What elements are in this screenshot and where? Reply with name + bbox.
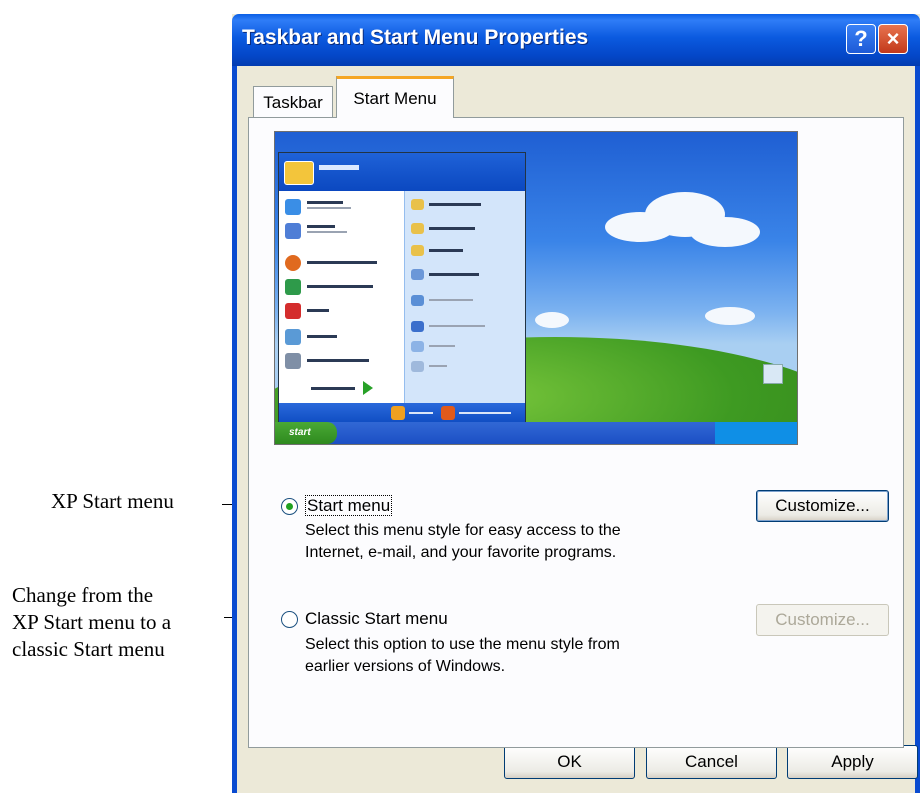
preview-item-subtext [307, 207, 351, 209]
callout-classic-start-menu: Change from the XP Start menu to a class… [12, 582, 171, 663]
classic-customize-button[interactable]: Customize... [756, 604, 889, 636]
preview-start-menu-header [279, 153, 525, 191]
close-button[interactable]: × [878, 24, 908, 54]
preview-my-documents-icon [411, 199, 424, 210]
start-menu-customize-button[interactable]: Customize... [756, 490, 889, 522]
classic-description-line-1: Select this option to use the menu style… [305, 636, 620, 653]
window-border-left [232, 66, 237, 793]
preview-item-text [429, 273, 479, 276]
preview-help-icon [411, 321, 424, 332]
ok-button[interactable]: OK [504, 745, 635, 779]
preview-places-list [404, 191, 525, 403]
preview-ie-icon [285, 199, 301, 215]
preview-cloud [535, 312, 569, 328]
preview-item-text [429, 203, 481, 206]
tab-start-menu[interactable]: Start Menu [336, 76, 454, 118]
start-menu-description: Select this menu style for easy access t… [305, 520, 621, 564]
preview-item-text [307, 359, 369, 362]
preview-notepad-icon [285, 329, 301, 345]
preview-system-tray [715, 422, 797, 444]
preview-user-avatar [284, 161, 314, 185]
preview-start-button: start [275, 422, 337, 444]
preview-control-panel-icon [411, 295, 424, 306]
callout-classic-line-3: classic Start menu [12, 637, 165, 661]
preview-cloud [690, 217, 760, 247]
classic-start-menu-option-label[interactable]: Classic Start menu [305, 609, 448, 629]
callout-xp-start-menu: XP Start menu [51, 489, 174, 513]
preview-media-player-icon [285, 255, 301, 271]
preview-item-text [307, 285, 373, 288]
preview-item-text [307, 309, 329, 312]
preview-my-computer-icon [411, 269, 424, 280]
preview-taskbar: start [275, 422, 797, 444]
callout-classic-line-1: Change from the [12, 583, 154, 607]
preview-my-pictures-icon [411, 223, 424, 234]
cancel-button[interactable]: Cancel [646, 745, 777, 779]
preview-recycle-bin-icon [763, 364, 783, 384]
preview-item-text [459, 412, 511, 414]
preview-all-programs-text [311, 387, 355, 390]
preview-hearts-icon [285, 303, 301, 319]
preview-item-text [429, 227, 475, 230]
preview-item-text [429, 345, 455, 347]
preview-item-text [307, 201, 343, 204]
preview-start-menu-footer [279, 403, 525, 423]
preview-item-text [409, 412, 433, 414]
properties-dialog: Taskbar and Start Menu Properties ? × Ta… [232, 14, 920, 793]
preview-movie-maker-icon [285, 353, 301, 369]
preview-item-subtext [307, 231, 347, 233]
classic-start-menu-description: Select this option to use the menu style… [305, 634, 620, 678]
classic-description-line-2: earlier versions of Windows. [305, 658, 506, 675]
window-border-right [915, 66, 920, 793]
preview-cloud [705, 307, 755, 325]
preview-item-text [429, 249, 463, 252]
preview-user-name [319, 165, 359, 170]
callout-classic-line-2: XP Start menu to a [12, 610, 172, 634]
preview-item-text [429, 365, 447, 367]
start-menu-option-label[interactable]: Start menu [305, 495, 393, 516]
help-button[interactable]: ? [846, 24, 876, 54]
start-menu-radio[interactable] [281, 498, 298, 515]
preview-search-icon [411, 341, 424, 352]
preview-pinned-programs [279, 191, 404, 403]
preview-messenger-icon [285, 279, 301, 295]
classic-start-menu-radio[interactable] [281, 611, 298, 628]
start-menu-description-line-2: Internet, e-mail, and your favorite prog… [305, 544, 617, 561]
start-menu-preview-image: start [274, 131, 798, 445]
apply-button[interactable]: Apply [787, 745, 918, 779]
preview-all-programs-arrow-icon [363, 381, 373, 395]
preview-item-text [307, 335, 337, 338]
preview-log-off-icon [391, 406, 405, 420]
title-bar[interactable]: Taskbar and Start Menu Properties ? × [232, 14, 920, 66]
preview-item-text [307, 225, 335, 228]
tab-panel-start-menu: start Start menu Select this menu style … [248, 117, 904, 748]
preview-run-icon [411, 361, 424, 372]
preview-email-icon [285, 223, 301, 239]
preview-start-menu [278, 152, 526, 424]
window-title: Taskbar and Start Menu Properties [242, 26, 589, 49]
preview-item-text [307, 261, 377, 264]
preview-item-text [429, 299, 473, 301]
preview-turn-off-icon [441, 406, 455, 420]
preview-item-text [429, 325, 485, 327]
preview-my-music-icon [411, 245, 424, 256]
tab-taskbar[interactable]: Taskbar [253, 86, 333, 118]
start-menu-description-line-1: Select this menu style for easy access t… [305, 522, 621, 539]
